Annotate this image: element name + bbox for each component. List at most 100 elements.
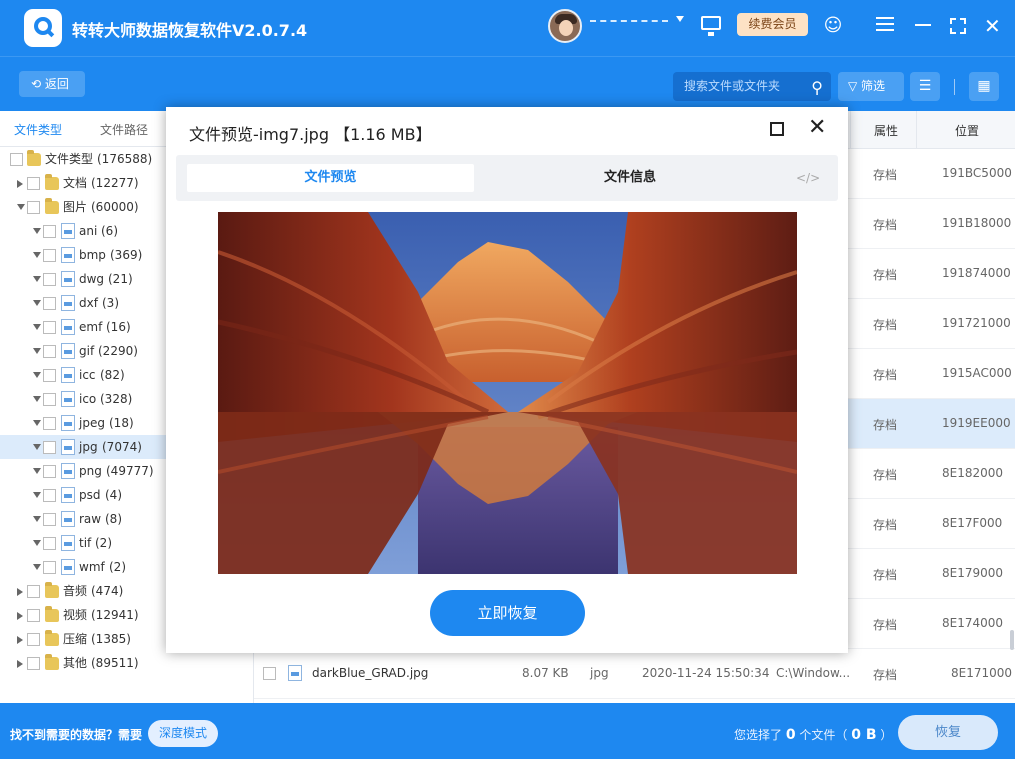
renew-vip-button[interactable]: 续费会员 [737,13,808,36]
list-search-icon[interactable]: ☰ [910,72,940,101]
chevron-down-icon[interactable] [33,444,41,450]
chevron-right-icon[interactable] [17,588,23,596]
tree-checkbox[interactable] [43,225,56,238]
table-scrollbar[interactable] [1010,630,1014,650]
tree-checkbox[interactable] [43,393,56,406]
menu-icon[interactable] [876,17,894,31]
chevron-right-icon[interactable] [17,180,23,188]
chevron-down-icon[interactable] [33,348,41,354]
tree-checkbox[interactable] [27,201,40,214]
chevron-right-icon[interactable] [17,660,23,668]
chevron-down-icon[interactable] [33,252,41,258]
image-file-icon [61,295,75,311]
tree-item-count: (89511) [91,656,139,670]
file-location: 191B18000 [942,216,1012,230]
tree-item[interactable]: 其他 (89511) [0,651,253,675]
tab-file-preview[interactable]: 文件预览 [187,164,474,192]
search-input[interactable]: 搜索文件或文件夹 ⚲ [673,72,831,101]
chevron-down-icon[interactable] [33,420,41,426]
tree-checkbox[interactable] [10,153,23,166]
chevron-down-icon[interactable] [33,228,41,234]
recover-button[interactable]: 恢复 [898,715,998,750]
image-file-icon [61,439,75,455]
header-location[interactable]: 位置 [955,122,979,139]
monitor-icon[interactable] [701,16,721,36]
chevron-right-icon[interactable] [17,636,23,644]
tree-item-label: icc [79,368,96,382]
search-placeholder: 搜索文件或文件夹 [684,79,781,93]
file-attr: 存档 [873,168,898,182]
chevron-down-icon[interactable] [33,468,41,474]
chevron-right-icon[interactable] [17,612,23,620]
chevron-down-icon[interactable] [33,564,41,570]
tree-checkbox[interactable] [43,273,56,286]
tree-checkbox[interactable] [43,513,56,526]
selected-suffix: ） [880,728,893,742]
username-redacted[interactable] [590,15,668,22]
tree-item-label: raw [79,512,102,526]
tree-checkbox[interactable] [43,489,56,502]
user-avatar[interactable] [548,9,582,43]
tree-checkbox[interactable] [27,609,40,622]
tree-checkbox[interactable] [43,321,56,334]
tree-checkbox[interactable] [43,369,56,382]
tree-checkbox[interactable] [27,657,40,670]
tab-file-info[interactable]: 文件信息 [604,164,656,192]
filter-button[interactable]: ▽ 筛选 [838,72,904,101]
tree-item-count: (2290) [98,344,138,358]
chevron-down-icon[interactable] [33,540,41,546]
grid-view-icon[interactable]: ▦ [969,72,999,101]
tree-item-label: dwg [79,272,105,286]
tree-checkbox[interactable] [43,441,56,454]
chevron-down-icon[interactable] [33,372,41,378]
tree-checkbox[interactable] [27,177,40,190]
chevron-down-icon[interactable] [33,324,41,330]
tree-item-label: jpeg [79,416,105,430]
tree-checkbox[interactable] [43,537,56,550]
file-location: 191BC5000 [942,166,1012,180]
tree-checkbox[interactable] [43,417,56,430]
header-divider [850,111,851,149]
tree-checkbox[interactable] [27,633,40,646]
image-file-icon [61,367,75,383]
minimize-icon[interactable] [915,24,931,26]
tree-item-label: wmf [79,560,105,574]
search-icon[interactable]: ⚲ [811,73,823,102]
footer-bar: 找不到需要的数据？需要 深度模式 您选择了 0 个文件（ 0 B ） 恢复 [0,703,1015,759]
tree-checkbox[interactable] [43,465,56,478]
header-attr[interactable]: 属性 [874,122,898,139]
tab-file-type[interactable]: 文件类型 [14,121,62,138]
tree-checkbox[interactable] [43,345,56,358]
tree-checkbox[interactable] [43,249,56,262]
back-button[interactable]: ⟲ 返回 [19,71,85,97]
file-location: 191874000 [942,266,1011,280]
chevron-down-icon[interactable] [33,516,41,522]
table-row[interactable]: darkBlue_GRAD.jpg 8.07 KB jpg 2020-11-24… [254,649,1015,699]
chevron-down-icon[interactable] [33,396,41,402]
recover-now-button[interactable]: 立即恢复 [430,590,585,636]
tree-item-count: (49777) [106,464,154,478]
close-icon[interactable]: ✕ [808,116,826,140]
chevron-down-icon[interactable] [17,204,25,210]
support-headset-icon[interactable]: ☺ [820,13,846,39]
chevron-down-icon[interactable] [33,300,41,306]
chevron-down-icon[interactable] [33,276,41,282]
tree-checkbox[interactable] [43,561,56,574]
maximize-icon[interactable] [770,122,784,136]
tab-file-path[interactable]: 文件路径 [100,121,148,138]
tab-code-view[interactable]: </> [796,164,820,192]
back-label: 返回 [44,77,69,91]
tree-item-label: emf [79,320,103,334]
chevron-down-icon[interactable] [33,492,41,498]
deep-mode-button[interactable]: 深度模式 [148,720,218,747]
user-menu-chevron-down-icon[interactable] [676,16,684,22]
tree-item-label: psd [79,488,101,502]
row-checkbox[interactable] [263,667,276,680]
tree-checkbox[interactable] [43,297,56,310]
folder-icon [45,606,59,622]
file-preview-dialog: 文件预览-img7.jpg 【1.16 MB】 ✕ 文件预览 文件信息 </> [166,107,848,653]
tree-checkbox[interactable] [27,585,40,598]
close-window-icon[interactable]: ✕ [984,13,1001,39]
image-file-icon [61,319,75,335]
maximize-icon[interactable] [950,18,966,34]
